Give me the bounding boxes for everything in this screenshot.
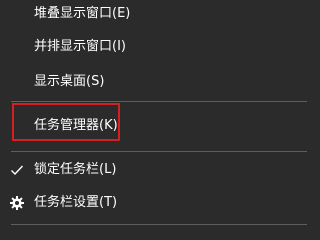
menu-item-label: 锁定任务栏(L)	[34, 162, 117, 177]
menu-item-side-by-side[interactable]: 并排显示窗口(I)	[0, 30, 318, 64]
menu-separator	[11, 101, 307, 102]
menu-item-lock-taskbar[interactable]: 锁定任务栏(L)	[0, 153, 318, 187]
check-icon	[9, 162, 25, 178]
menu-item-taskbar-settings[interactable]: 任务栏设置(T)	[0, 186, 318, 220]
menu-item-cascade-windows[interactable]: 堆叠显示窗口(E)	[0, 0, 318, 31]
gear-icon	[9, 195, 25, 211]
highlight-box	[12, 103, 120, 141]
menu-item-label: 显示桌面(S)	[34, 74, 105, 89]
menu-item-label: 任务栏设置(T)	[34, 195, 118, 210]
taskbar-context-menu: 堆叠显示窗口(E) 并排显示窗口(I) 显示桌面(S) 任务管理器(K) 锁定任…	[0, 0, 318, 229]
menu-item-label: 堆叠显示窗口(E)	[34, 6, 131, 21]
menu-separator	[11, 224, 307, 225]
menu-separator	[11, 151, 307, 152]
menu-item-show-desktop[interactable]: 显示桌面(S)	[0, 65, 318, 99]
menu-item-label: 并排显示窗口(I)	[34, 39, 126, 54]
